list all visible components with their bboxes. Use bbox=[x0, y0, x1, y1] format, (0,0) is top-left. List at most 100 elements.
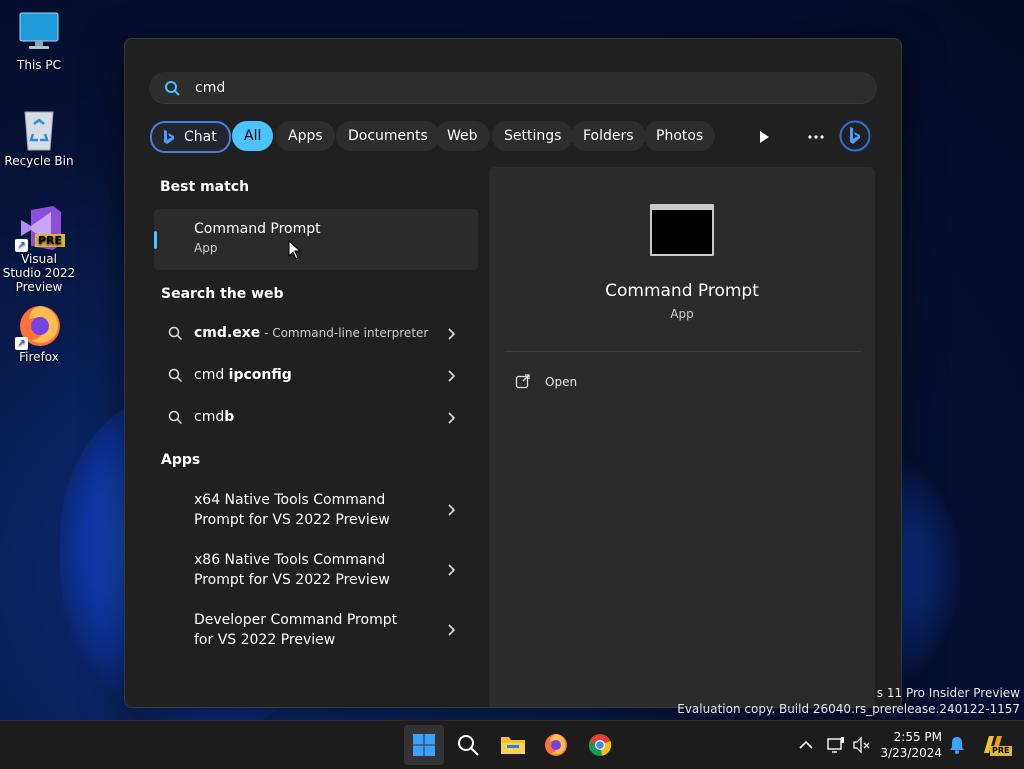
watermark-line-2: Evaluation copy. Build 26040.rs_prerelea… bbox=[677, 702, 1020, 716]
desktop-icon-label: This PC bbox=[17, 58, 61, 72]
chevron-right-icon bbox=[448, 624, 456, 636]
search-filters: Chat All Apps Documents Web Settings Fol… bbox=[149, 120, 879, 153]
best-match-name: Command Prompt bbox=[194, 221, 321, 237]
open-action[interactable]: Open bbox=[515, 373, 577, 393]
search-icon bbox=[458, 735, 479, 756]
web-result-text: cmd ipconfig bbox=[194, 367, 292, 383]
mouse-cursor-icon bbox=[288, 240, 302, 260]
bing-icon[interactable] bbox=[839, 120, 871, 152]
search-box[interactable] bbox=[149, 72, 877, 104]
open-external-icon bbox=[515, 374, 530, 389]
desktop-icon-firefox[interactable]: ↗ Firefox bbox=[1, 302, 77, 364]
detail-divider bbox=[505, 351, 861, 352]
filter-web[interactable]: Web bbox=[435, 121, 490, 151]
taskbar-file-explorer[interactable] bbox=[492, 725, 532, 765]
best-match-heading: Best match bbox=[160, 179, 250, 195]
filter-apps[interactable]: Apps bbox=[276, 121, 335, 151]
web-result-bold: cmd.exe bbox=[194, 325, 261, 341]
best-match-command-prompt[interactable]: Command Prompt App bbox=[154, 209, 478, 270]
evaluation-watermark: s 11 Pro Insider Preview Evaluation copy… bbox=[677, 685, 1020, 717]
app-result-label: x64 Native Tools Command Prompt for VS 2… bbox=[194, 492, 390, 528]
folder-icon bbox=[501, 737, 525, 754]
result-detail-pane: Command Prompt App Open bbox=[489, 167, 875, 707]
start-search-panel: Chat All Apps Documents Web Settings Fol… bbox=[124, 38, 902, 708]
filter-apps-label: Apps bbox=[288, 128, 323, 144]
speaker-muted-icon[interactable] bbox=[852, 735, 872, 755]
search-icon bbox=[168, 368, 183, 383]
desktop-icon-label: Recycle Bin bbox=[4, 154, 74, 168]
shortcut-arrow-icon: ↗ bbox=[15, 239, 28, 252]
filter-all[interactable]: All bbox=[232, 121, 274, 151]
open-action-label: Open bbox=[545, 375, 578, 389]
bing-chat-icon bbox=[164, 130, 174, 144]
filter-photos[interactable]: Photos bbox=[644, 121, 716, 151]
web-result-cmd-exe[interactable]: cmd.exe - Command-line interpreter bbox=[154, 315, 478, 353]
filter-all-label: All bbox=[244, 128, 262, 144]
app-result-label: Developer Command Prompt for VS 2022 Pre… bbox=[194, 612, 398, 648]
search-web-heading: Search the web bbox=[161, 286, 284, 302]
web-result-description: - Command-line interpreter bbox=[260, 326, 429, 340]
filter-documents[interactable]: Documents bbox=[336, 121, 440, 151]
clock-date: 3/23/2024 bbox=[880, 746, 942, 760]
taskbar-firefox[interactable] bbox=[536, 725, 576, 765]
web-result-bold: ipconfig bbox=[228, 367, 292, 383]
monitor-icon bbox=[17, 10, 61, 54]
filter-folders[interactable]: Folders bbox=[571, 121, 646, 151]
filter-web-label: Web bbox=[447, 128, 478, 144]
command-prompt-icon bbox=[650, 204, 714, 256]
desktop-icon-visual-studio[interactable]: PRE ↗ Visual Studio 2022 Preview bbox=[1, 204, 77, 294]
start-button[interactable] bbox=[404, 725, 444, 765]
system-clock[interactable]: 2:55 PM 3/23/2024 bbox=[876, 729, 942, 761]
notification-bell-icon[interactable] bbox=[947, 735, 967, 755]
web-result-cmd-ipconfig[interactable]: cmd ipconfig bbox=[154, 357, 478, 395]
play-more-filters-icon[interactable] bbox=[754, 127, 774, 147]
taskbar-chrome[interactable] bbox=[580, 725, 620, 765]
app-result-x86-native-tools[interactable]: x86 Native Tools Command Prompt for VS 2… bbox=[154, 542, 478, 598]
selection-accent bbox=[154, 231, 157, 249]
best-match-type: App bbox=[194, 241, 218, 255]
app-result-label: x86 Native Tools Command Prompt for VS 2… bbox=[194, 552, 390, 588]
network-icon[interactable] bbox=[826, 735, 846, 755]
web-result-text: cmd.exe - Command-line interpreter bbox=[194, 325, 428, 341]
filter-folders-label: Folders bbox=[583, 128, 634, 144]
search-input[interactable] bbox=[193, 76, 797, 100]
clock-time: 2:55 PM bbox=[893, 730, 942, 744]
more-options-icon[interactable] bbox=[806, 127, 826, 147]
web-result-plain: cmd bbox=[194, 409, 225, 425]
taskbar-search-button[interactable] bbox=[448, 725, 488, 765]
windows-logo-icon bbox=[413, 734, 435, 756]
chevron-right-icon bbox=[448, 412, 456, 424]
search-icon bbox=[165, 81, 180, 96]
search-icon bbox=[168, 326, 183, 341]
chevron-up-icon[interactable] bbox=[796, 735, 816, 755]
pre-badge: PRE bbox=[990, 746, 1012, 756]
apps-heading: Apps bbox=[161, 452, 201, 468]
desktop-icon-this-pc[interactable]: This PC bbox=[1, 10, 77, 72]
shortcut-arrow-icon: ↗ bbox=[15, 337, 28, 350]
app-result-developer-command-prompt[interactable]: Developer Command Prompt for VS 2022 Pre… bbox=[154, 602, 478, 658]
web-result-plain: cmd bbox=[194, 367, 229, 383]
desktop-icon-label: Visual Studio 2022 Preview bbox=[2, 252, 76, 294]
desktop-icon-recycle-bin[interactable]: Recycle Bin bbox=[1, 106, 77, 168]
chevron-right-icon bbox=[448, 564, 456, 576]
copilot-preview-icon[interactable]: PRE bbox=[980, 733, 1012, 757]
app-result-x64-native-tools[interactable]: x64 Native Tools Command Prompt for VS 2… bbox=[154, 482, 478, 538]
chevron-right-icon bbox=[448, 504, 456, 516]
web-result-cmdb[interactable]: cmdb bbox=[154, 399, 478, 437]
filter-settings[interactable]: Settings bbox=[492, 121, 574, 151]
search-icon bbox=[168, 410, 183, 425]
web-result-text: cmdb bbox=[194, 409, 234, 425]
filter-documents-label: Documents bbox=[348, 128, 428, 144]
web-result-bold: b bbox=[224, 409, 235, 425]
visual-studio-icon: PRE ↗ bbox=[15, 204, 66, 252]
firefox-icon: ↗ bbox=[15, 302, 61, 350]
filter-photos-label: Photos bbox=[656, 128, 704, 144]
firefox-icon bbox=[545, 734, 567, 756]
recycle-bin-icon bbox=[17, 106, 61, 151]
filter-chat-label: Chat bbox=[184, 129, 217, 145]
watermark-line-1: s 11 Pro Insider Preview bbox=[876, 686, 1020, 700]
taskbar: 2:55 PM 3/23/2024 PRE bbox=[0, 720, 1024, 769]
chrome-icon bbox=[588, 734, 612, 756]
filter-chat[interactable]: Chat bbox=[150, 121, 231, 153]
chevron-right-icon bbox=[448, 328, 456, 340]
